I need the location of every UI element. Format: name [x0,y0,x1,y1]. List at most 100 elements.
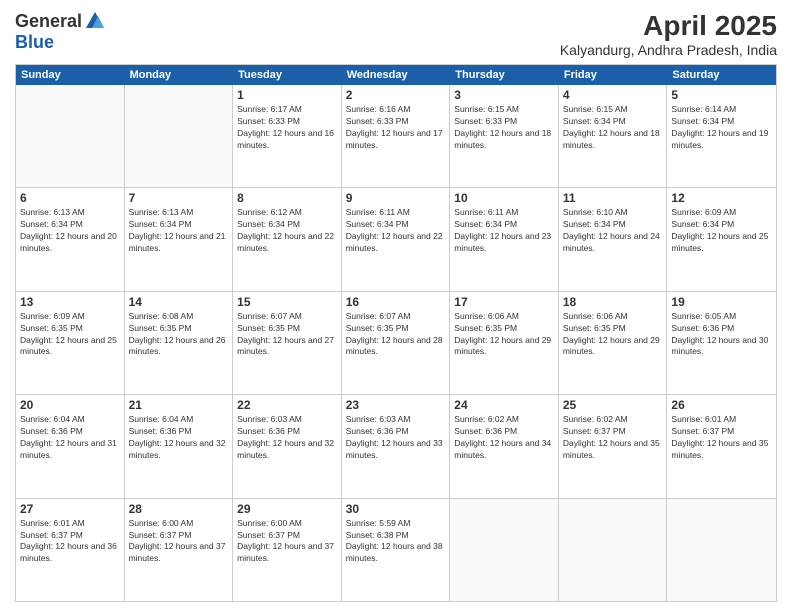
day-number: 18 [563,295,663,309]
weekday-header-friday: Friday [559,65,668,85]
calendar-cell: 5 Sunrise: 6:14 AM Sunset: 6:34 PM Daylig… [667,85,776,187]
day-info: Sunrise: 6:03 AM Sunset: 6:36 PM Dayligh… [237,414,337,462]
calendar-cell: 13 Sunrise: 6:09 AM Sunset: 6:35 PM Dayli… [16,292,125,394]
weekday-header-saturday: Saturday [667,65,776,85]
calendar-row-0: 1 Sunrise: 6:17 AM Sunset: 6:33 PM Daylig… [16,85,776,188]
calendar-cell: 19Sunrise: 6:05 AM Sunset: 6:36 PM Dayli… [667,292,776,394]
calendar-row-2: 13 Sunrise: 6:09 AM Sunset: 6:35 PM Dayli… [16,292,776,395]
calendar-cell: 3Sunrise: 6:15 AM Sunset: 6:33 PM Daylig… [450,85,559,187]
calendar-cell: 15 Sunrise: 6:07 AM Sunset: 6:35 PM Dayli… [233,292,342,394]
day-info: Sunrise: 6:17 AM Sunset: 6:33 PM Dayligh… [237,104,337,152]
day-info: Sunrise: 6:02 AM Sunset: 6:36 PM Dayligh… [454,414,554,462]
logo: General Blue [15,10,106,53]
day-number: 29 [237,502,337,516]
day-number: 30 [346,502,446,516]
day-info: Sunrise: 6:01 AM Sunset: 6:37 PM Dayligh… [671,414,772,462]
calendar-row-3: 20 Sunrise: 6:04 AM Sunset: 6:36 PM Dayli… [16,395,776,498]
calendar-cell: 14 Sunrise: 6:08 AM Sunset: 6:35 PM Dayli… [125,292,234,394]
day-info: Sunrise: 6:00 AM Sunset: 6:37 PM Dayligh… [129,518,229,566]
calendar-row-1: 6 Sunrise: 6:13 AM Sunset: 6:34 PM Daylig… [16,188,776,291]
day-info: Sunrise: 6:07 AM Sunset: 6:35 PM Dayligh… [346,311,446,359]
calendar-cell [16,85,125,187]
day-info: Sunrise: 6:09 AM Sunset: 6:35 PM Dayligh… [20,311,120,359]
day-number: 19 [671,295,772,309]
calendar-cell [667,499,776,601]
day-info: Sunrise: 6:11 AM Sunset: 6:34 PM Dayligh… [346,207,446,255]
subtitle: Kalyandurg, Andhra Pradesh, India [560,42,777,58]
day-number: 6 [20,191,120,205]
day-number: 5 [671,88,772,102]
day-number: 27 [20,502,120,516]
calendar-cell [125,85,234,187]
day-info: Sunrise: 6:15 AM Sunset: 6:34 PM Dayligh… [563,104,663,152]
day-info: Sunrise: 6:08 AM Sunset: 6:35 PM Dayligh… [129,311,229,359]
day-number: 14 [129,295,229,309]
day-info: Sunrise: 6:13 AM Sunset: 6:34 PM Dayligh… [129,207,229,255]
calendar-cell: 10Sunrise: 6:11 AM Sunset: 6:34 PM Dayli… [450,188,559,290]
day-number: 15 [237,295,337,309]
calendar-cell: 4 Sunrise: 6:15 AM Sunset: 6:34 PM Daylig… [559,85,668,187]
calendar-cell: 17Sunrise: 6:06 AM Sunset: 6:35 PM Dayli… [450,292,559,394]
header: General Blue April 2025 Kalyandurg, Andh… [15,10,777,58]
day-info: Sunrise: 6:06 AM Sunset: 6:35 PM Dayligh… [563,311,663,359]
day-info: Sunrise: 6:15 AM Sunset: 6:33 PM Dayligh… [454,104,554,152]
calendar-cell: 27 Sunrise: 6:01 AM Sunset: 6:37 PM Dayli… [16,499,125,601]
calendar-cell: 20 Sunrise: 6:04 AM Sunset: 6:36 PM Dayli… [16,395,125,497]
page: General Blue April 2025 Kalyandurg, Andh… [0,0,792,612]
day-info: Sunrise: 6:04 AM Sunset: 6:36 PM Dayligh… [129,414,229,462]
day-info: Sunrise: 6:04 AM Sunset: 6:36 PM Dayligh… [20,414,120,462]
day-info: Sunrise: 6:16 AM Sunset: 6:33 PM Dayligh… [346,104,446,152]
day-number: 28 [129,502,229,516]
day-number: 17 [454,295,554,309]
day-info: Sunrise: 6:01 AM Sunset: 6:37 PM Dayligh… [20,518,120,566]
logo-blue-text: Blue [15,32,54,53]
calendar-cell: 11 Sunrise: 6:10 AM Sunset: 6:34 PM Dayli… [559,188,668,290]
calendar-cell: 16 Sunrise: 6:07 AM Sunset: 6:35 PM Dayli… [342,292,451,394]
weekday-header-monday: Monday [125,65,234,85]
day-number: 8 [237,191,337,205]
day-info: Sunrise: 6:07 AM Sunset: 6:35 PM Dayligh… [237,311,337,359]
weekday-header-thursday: Thursday [450,65,559,85]
day-number: 20 [20,398,120,412]
calendar-cell: 28 Sunrise: 6:00 AM Sunset: 6:37 PM Dayli… [125,499,234,601]
calendar-cell [559,499,668,601]
day-number: 2 [346,88,446,102]
calendar-cell: 24Sunrise: 6:02 AM Sunset: 6:36 PM Dayli… [450,395,559,497]
day-info: Sunrise: 6:09 AM Sunset: 6:34 PM Dayligh… [671,207,772,255]
weekday-header-tuesday: Tuesday [233,65,342,85]
day-number: 11 [563,191,663,205]
day-number: 12 [671,191,772,205]
day-info: Sunrise: 6:12 AM Sunset: 6:34 PM Dayligh… [237,207,337,255]
weekday-header-sunday: Sunday [16,65,125,85]
day-number: 13 [20,295,120,309]
day-info: Sunrise: 6:10 AM Sunset: 6:34 PM Dayligh… [563,207,663,255]
logo-general-text: General [15,11,82,32]
calendar-cell: 23 Sunrise: 6:03 AM Sunset: 6:36 PM Dayli… [342,395,451,497]
calendar-row-4: 27 Sunrise: 6:01 AM Sunset: 6:37 PM Dayli… [16,499,776,601]
day-number: 1 [237,88,337,102]
day-info: Sunrise: 6:13 AM Sunset: 6:34 PM Dayligh… [20,207,120,255]
day-number: 22 [237,398,337,412]
day-number: 26 [671,398,772,412]
day-number: 25 [563,398,663,412]
calendar-cell: 1 Sunrise: 6:17 AM Sunset: 6:33 PM Daylig… [233,85,342,187]
day-number: 16 [346,295,446,309]
calendar-cell: 8 Sunrise: 6:12 AM Sunset: 6:34 PM Daylig… [233,188,342,290]
day-number: 23 [346,398,446,412]
day-number: 4 [563,88,663,102]
main-title: April 2025 [560,10,777,42]
calendar-cell: 30 Sunrise: 5:59 AM Sunset: 6:38 PM Dayli… [342,499,451,601]
day-info: Sunrise: 6:11 AM Sunset: 6:34 PM Dayligh… [454,207,554,255]
calendar-cell: 29Sunrise: 6:00 AM Sunset: 6:37 PM Dayli… [233,499,342,601]
day-info: Sunrise: 6:03 AM Sunset: 6:36 PM Dayligh… [346,414,446,462]
calendar-cell: 22 Sunrise: 6:03 AM Sunset: 6:36 PM Dayli… [233,395,342,497]
title-block: April 2025 Kalyandurg, Andhra Pradesh, I… [560,10,777,58]
calendar-cell: 7 Sunrise: 6:13 AM Sunset: 6:34 PM Daylig… [125,188,234,290]
calendar-cell: 21Sunrise: 6:04 AM Sunset: 6:36 PM Dayli… [125,395,234,497]
day-number: 7 [129,191,229,205]
day-info: Sunrise: 5:59 AM Sunset: 6:38 PM Dayligh… [346,518,446,566]
calendar-cell: 6 Sunrise: 6:13 AM Sunset: 6:34 PM Daylig… [16,188,125,290]
calendar-cell: 2 Sunrise: 6:16 AM Sunset: 6:33 PM Daylig… [342,85,451,187]
day-info: Sunrise: 6:14 AM Sunset: 6:34 PM Dayligh… [671,104,772,152]
calendar-cell [450,499,559,601]
